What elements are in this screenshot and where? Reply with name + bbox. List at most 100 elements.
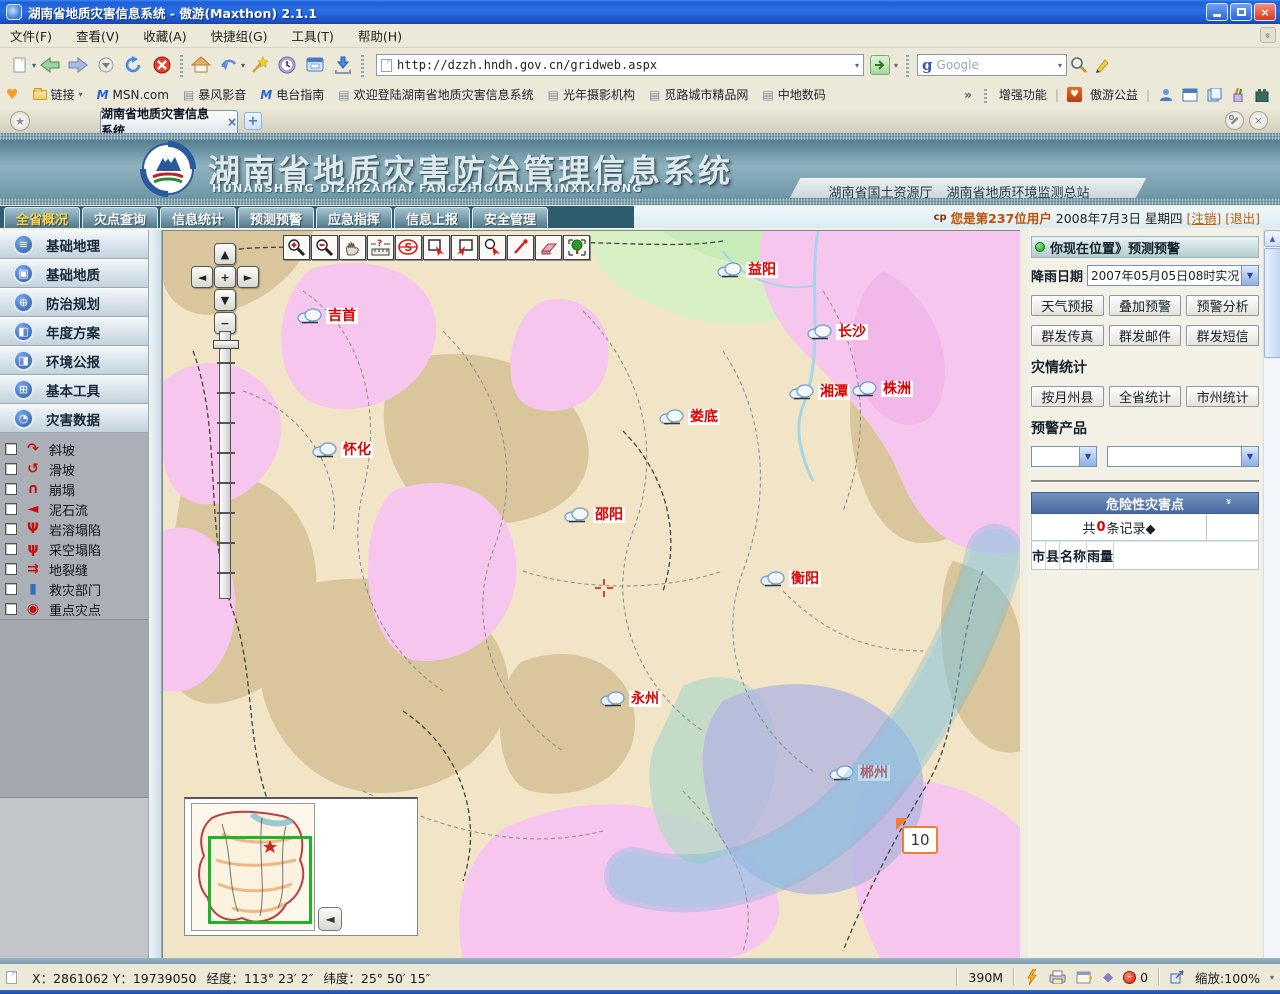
window-list-icon[interactable]: [301, 51, 329, 79]
stats-button[interactable]: 全省统计: [1109, 386, 1182, 407]
nav-tab[interactable]: 全省概况: [4, 207, 80, 228]
scroll-up-icon[interactable]: ▲: [1264, 230, 1280, 247]
layers-tree-icon[interactable]: [563, 235, 590, 260]
nav-tab[interactable]: 灾点查询: [82, 207, 158, 228]
city-marker[interactable]: 长沙: [806, 323, 868, 340]
toolbar-collapse-icon[interactable]: «: [1260, 27, 1276, 43]
menu-item[interactable]: 查看(V): [76, 26, 119, 45]
sidebar-group[interactable]: ▣ 基础地质: [0, 259, 148, 288]
nav-tab[interactable]: 预测预警: [238, 207, 314, 228]
stats-button[interactable]: 市州统计: [1186, 386, 1259, 407]
menu-item[interactable]: 帮助(H): [358, 26, 402, 45]
pan-center-button[interactable]: +: [214, 266, 236, 288]
back-button[interactable]: [36, 51, 64, 79]
layer-checkbox[interactable]: [5, 603, 17, 615]
layer-checkbox[interactable]: [5, 523, 17, 535]
home-button[interactable]: [187, 51, 215, 79]
bookmark-item[interactable]: ▤ 中地数码: [762, 86, 825, 103]
city-marker[interactable]: 衡阳: [759, 570, 821, 587]
eraser-icon[interactable]: [535, 235, 562, 260]
sidebar-group[interactable]: ◔ 灾害数据: [0, 404, 148, 433]
rain-date-select[interactable]: 2007年05月05日08时实况 ▼: [1087, 265, 1259, 286]
quick-notes-icon[interactable]: ◆: [1103, 970, 1113, 985]
enhance-features-link[interactable]: 增强功能: [999, 86, 1047, 103]
scrollbar-thumb[interactable]: [1264, 248, 1280, 358]
add-point-icon[interactable]: [507, 235, 534, 260]
pan-left-button[interactable]: ◄: [191, 266, 213, 288]
nav-tab[interactable]: 信息统计: [160, 207, 236, 228]
action-button[interactable]: 预警分析: [1186, 295, 1259, 316]
tab-settings-wrench-icon[interactable]: [1225, 111, 1244, 130]
tools-pens-icon[interactable]: [1230, 88, 1246, 102]
bookmark-item[interactable]: M 电台指南: [260, 86, 324, 103]
hazard-points-header[interactable]: 危险性灾害点 «: [1031, 492, 1259, 514]
product-item-select[interactable]: ▼: [1107, 446, 1259, 467]
city-marker[interactable]: 益阳: [716, 261, 778, 278]
layer-checkbox[interactable]: [5, 503, 17, 515]
select-rect-icon[interactable]: [423, 235, 450, 260]
boost-lightning-icon[interactable]: [1025, 969, 1039, 985]
bookmark-item[interactable]: ▤ 暴风影音: [183, 86, 246, 103]
download-icon[interactable]: [329, 51, 357, 79]
layer-checkbox[interactable]: [5, 583, 17, 595]
forward-button[interactable]: [64, 51, 92, 79]
new-tab-button[interactable]: [6, 51, 34, 79]
links-folder[interactable]: 链接 ▾: [33, 86, 83, 103]
pan-hand-icon[interactable]: [339, 235, 366, 260]
new-tab-plus-button[interactable]: +: [244, 112, 262, 130]
zoom-slider-handle[interactable]: [213, 340, 239, 349]
blocked-count-icon[interactable]: –: [1123, 971, 1136, 984]
org-link[interactable]: 湖南省地质环境监测总站: [947, 182, 1090, 201]
pan-up-button[interactable]: ▲: [214, 243, 236, 265]
sidebar-group[interactable]: ⊕ 防治规划: [0, 288, 148, 317]
restore-button[interactable]: [1230, 3, 1252, 21]
action-button[interactable]: 群发传真: [1031, 325, 1104, 346]
magic-wand-icon[interactable]: [245, 51, 273, 79]
layer-checkbox[interactable]: [5, 483, 17, 495]
select-circle-icon[interactable]: [479, 235, 506, 260]
zoom-out-icon[interactable]: [311, 235, 338, 260]
charity-heart-icon[interactable]: ♥: [1067, 87, 1082, 102]
minimap-viewport-rect[interactable]: [208, 836, 312, 924]
history-clock-icon[interactable]: [273, 51, 301, 79]
city-marker[interactable]: 娄底: [658, 408, 720, 425]
select-dropdown-icon[interactable]: ▼: [1241, 447, 1258, 466]
go-button[interactable]: [870, 55, 890, 75]
layer-row[interactable]: ψ 采空塌陷: [0, 539, 148, 559]
tab-star-icon[interactable]: ★: [10, 111, 30, 131]
bookmark-item[interactable]: ▤ 觅路城市精品网: [649, 86, 748, 103]
close-button[interactable]: ×: [1254, 3, 1276, 21]
sidebar-splitter[interactable]: [148, 230, 162, 958]
zoom-slider[interactable]: [219, 331, 231, 599]
tab-list-close-icon[interactable]: ×: [1249, 111, 1268, 130]
nav-tab[interactable]: 应急指挥: [316, 207, 392, 228]
layer-checkbox[interactable]: [5, 463, 17, 475]
nav-tab[interactable]: 信息上报: [394, 207, 470, 228]
menu-item[interactable]: 工具(T): [292, 26, 334, 45]
bookmark-item[interactable]: ▤ 欢迎登陆湖南省地质灾害信息系统: [338, 86, 533, 103]
city-marker[interactable]: 郴州: [828, 764, 890, 781]
stats-button[interactable]: 按月州县: [1031, 386, 1104, 407]
maxthon-charity-link[interactable]: 傲游公益: [1090, 86, 1138, 103]
layer-row[interactable]: ◄ 泥石流: [0, 499, 148, 519]
deselect-rect-icon[interactable]: [451, 235, 478, 260]
window-mode-icon[interactable]: [1182, 88, 1198, 102]
undo-button[interactable]: [215, 51, 243, 79]
select-dropdown-icon[interactable]: ▼: [1241, 266, 1258, 285]
warning-flag-marker[interactable]: 10: [902, 826, 938, 854]
scale-icon[interactable]: S: [395, 235, 422, 260]
minimize-button[interactable]: [1206, 3, 1228, 21]
search-button[interactable]: [1067, 51, 1091, 79]
city-marker[interactable]: 吉首: [296, 307, 358, 324]
refresh-button[interactable]: [120, 51, 148, 79]
city-marker[interactable]: 邵阳: [563, 506, 625, 523]
nav-tab[interactable]: 安全管理: [472, 207, 548, 228]
skin-icon[interactable]: [1254, 88, 1270, 102]
action-button[interactable]: 群发邮件: [1109, 325, 1182, 346]
bookmark-item[interactable]: M MSN.com: [97, 86, 169, 103]
search-engine-caret[interactable]: ▾: [1058, 61, 1062, 70]
action-button[interactable]: 叠加预警: [1109, 295, 1182, 316]
stop-button[interactable]: [148, 51, 176, 79]
measure-icon[interactable]: ?: [367, 235, 394, 260]
sidebar-group[interactable]: ◨ 环境公报: [0, 346, 148, 375]
